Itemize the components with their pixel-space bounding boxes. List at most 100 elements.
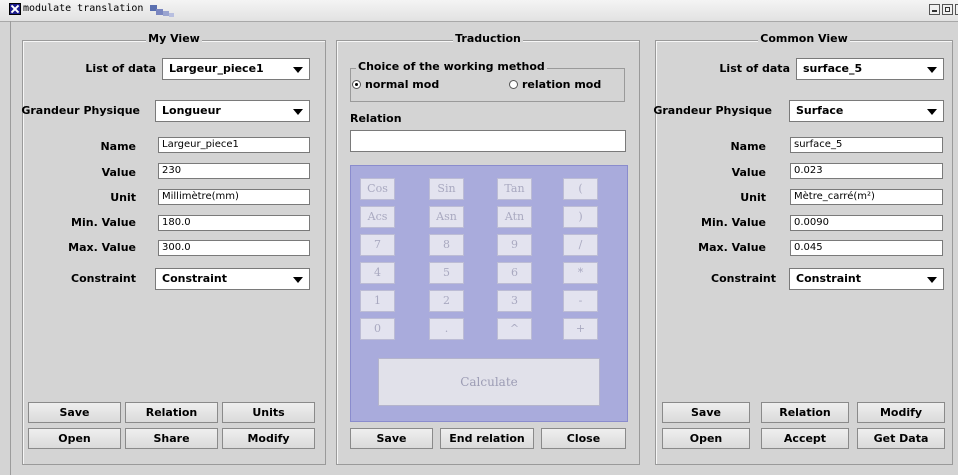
max-value-field[interactable]: 300.0	[158, 240, 310, 256]
value-label: Value	[101, 166, 136, 179]
right-unit-label: Unit	[740, 191, 766, 204]
close-button[interactable]: Close	[541, 428, 626, 449]
right-list-of-data-label: List of data	[719, 62, 790, 75]
calc-key[interactable]: *	[563, 262, 598, 284]
minimize-icon[interactable]	[929, 4, 940, 15]
relation-label: Relation	[350, 112, 402, 125]
calc-key[interactable]: )	[563, 206, 598, 228]
list-of-data-value: Largeur_piece1	[169, 62, 264, 75]
relation-mod-radio[interactable]	[509, 80, 518, 89]
name-label: Name	[100, 140, 136, 153]
calc-key[interactable]: Cos	[360, 178, 395, 200]
left-units-button[interactable]: Units	[222, 402, 315, 423]
normal-mod-radio[interactable]	[352, 80, 361, 89]
calc-key[interactable]: 6	[497, 262, 532, 284]
calc-key[interactable]: .	[429, 318, 464, 340]
right-grandeur-physique-select[interactable]: Surface	[789, 100, 944, 122]
left-share-button[interactable]: Share	[125, 428, 218, 449]
min-value-field[interactable]: 180.0	[158, 215, 310, 231]
calc-key[interactable]: 5	[429, 262, 464, 284]
chevron-down-icon	[293, 277, 303, 283]
constraint-value: Constraint	[162, 272, 227, 285]
max-value-label: Max. Value	[68, 241, 136, 254]
calc-key[interactable]: Atn	[497, 206, 532, 228]
calc-key[interactable]: 4	[360, 262, 395, 284]
app-icon	[150, 5, 174, 17]
list-of-data-select[interactable]: Largeur_piece1	[162, 58, 310, 80]
calc-key[interactable]: 3	[497, 290, 532, 312]
calc-key[interactable]: 7	[360, 234, 395, 256]
list-of-data-label: List of data	[85, 62, 156, 75]
constraint-select[interactable]: Constraint	[155, 268, 310, 290]
right-max-value-label: Max. Value	[698, 241, 766, 254]
calc-key[interactable]: Sin	[429, 178, 464, 200]
unit-label: Unit	[110, 191, 136, 204]
calc-key[interactable]: (	[563, 178, 598, 200]
calc-key[interactable]: Tan	[497, 178, 532, 200]
calc-key[interactable]: 8	[429, 234, 464, 256]
right-constraint-value: Constraint	[796, 272, 861, 285]
chevron-down-icon	[293, 109, 303, 115]
right-grandeur-physique-value: Surface	[796, 104, 844, 117]
right-save-button[interactable]: Save	[662, 402, 750, 423]
window-title: modulate translation	[23, 3, 144, 14]
calc-key[interactable]: ^	[497, 318, 532, 340]
value-field[interactable]: 230	[158, 163, 310, 179]
right-name-field[interactable]: surface_5	[790, 137, 943, 153]
calc-key[interactable]: +	[563, 318, 598, 340]
my-view-title: My View	[146, 32, 202, 45]
right-open-button[interactable]: Open	[662, 428, 750, 449]
calc-key[interactable]: Asn	[429, 206, 464, 228]
unit-field[interactable]: Millimètre(mm)	[158, 189, 310, 205]
calc-key[interactable]: 2	[429, 290, 464, 312]
calc-key[interactable]: 9	[497, 234, 532, 256]
calc-key[interactable]: -	[563, 290, 598, 312]
right-modify-button[interactable]: Modify	[857, 402, 945, 423]
right-min-value-field[interactable]: 0.0090	[790, 215, 943, 231]
grandeur-physique-label: Grandeur Physique	[21, 104, 140, 117]
left-modify-button[interactable]: Modify	[222, 428, 315, 449]
middle-save-button[interactable]: Save	[350, 428, 433, 449]
right-max-value-field[interactable]: 0.045	[790, 240, 943, 256]
right-constraint-label: Constraint	[711, 272, 776, 285]
grandeur-physique-value: Longueur	[162, 104, 221, 117]
right-relation-button[interactable]: Relation	[761, 402, 849, 423]
left-relation-button[interactable]: Relation	[125, 402, 218, 423]
right-accept-button[interactable]: Accept	[761, 428, 849, 449]
right-min-value-label: Min. Value	[701, 216, 766, 229]
grandeur-physique-select[interactable]: Longueur	[155, 100, 310, 122]
right-name-label: Name	[730, 140, 766, 153]
right-value-label: Value	[731, 166, 766, 179]
calc-key[interactable]: 1	[360, 290, 395, 312]
right-unit-field[interactable]: Mètre_carré(m²)	[790, 189, 943, 205]
relation-input[interactable]	[350, 130, 626, 152]
right-value-field[interactable]: 0.023	[790, 163, 943, 179]
left-open-button[interactable]: Open	[28, 428, 121, 449]
chevron-down-icon	[927, 67, 937, 73]
constraint-label: Constraint	[71, 272, 136, 285]
right-constraint-select[interactable]: Constraint	[789, 268, 944, 290]
end-relation-button[interactable]: End relation	[440, 428, 534, 449]
chevron-down-icon	[927, 109, 937, 115]
title-bar: modulate translation	[0, 0, 958, 22]
common-view-title: Common View	[758, 32, 850, 45]
calc-key[interactable]: Acs	[360, 206, 395, 228]
maximize-icon[interactable]	[942, 4, 953, 15]
right-grandeur-physique-label: Grandeur Physique	[653, 104, 772, 117]
calc-key[interactable]: /	[563, 234, 598, 256]
working-method-title: Choice of the working method	[356, 60, 547, 73]
relation-mod-label: relation mod	[522, 78, 602, 91]
right-list-of-data-select[interactable]: surface_5	[796, 58, 944, 80]
chevron-down-icon	[293, 67, 303, 73]
left-save-button[interactable]: Save	[28, 402, 121, 423]
close-icon[interactable]	[9, 3, 21, 15]
chevron-down-icon	[927, 277, 937, 283]
traduction-title: Traduction	[453, 32, 523, 45]
name-field[interactable]: Largeur_piece1	[158, 137, 310, 153]
normal-mod-label: normal mod	[365, 78, 440, 91]
calc-key[interactable]: 0	[360, 318, 395, 340]
get-data-button[interactable]: Get Data	[857, 428, 945, 449]
calculator-pad: Cos Sin Tan ( Acs Asn Atn) 7 8 9 / 4 5 6 * 1 2 3 - 0. ^ + Cal…	[350, 165, 628, 422]
calculate-button[interactable]: Calculate	[378, 358, 600, 406]
right-list-of-data-value: surface_5	[803, 62, 863, 75]
